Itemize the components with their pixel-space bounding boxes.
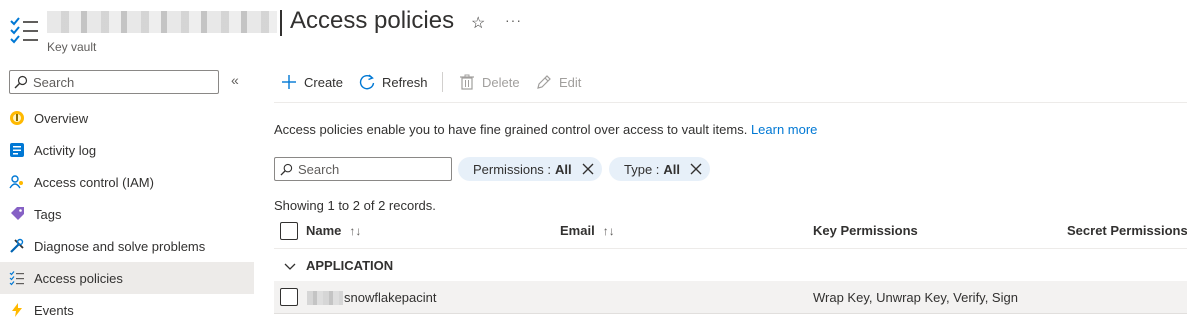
row-checkbox[interactable]	[280, 288, 298, 306]
filter-search[interactable]	[274, 157, 452, 181]
permissions-filter-pill[interactable]: Permissions : All	[458, 157, 602, 181]
diagnose-icon	[10, 238, 24, 253]
redacted-name-prefix	[307, 291, 343, 305]
sidebar-search[interactable]	[9, 70, 219, 94]
sidebar-item-label: Diagnose and solve problems	[34, 239, 206, 254]
delete-button[interactable]: Delete	[459, 72, 520, 92]
favorite-star-icon[interactable]: ☆	[471, 13, 485, 33]
row-key-permissions: Wrap Key, Unwrap Key, Verify, Sign	[813, 290, 1018, 305]
page-title: Access policies	[290, 7, 455, 34]
sidebar-item-label: Access control (IAM)	[34, 175, 154, 190]
search-icon	[280, 163, 293, 176]
column-key-permissions-label: Key Permissions	[813, 223, 918, 238]
overview-icon	[10, 111, 24, 125]
sort-icon[interactable]: ↑↓	[603, 224, 615, 238]
more-options-icon[interactable]: ···	[505, 12, 522, 28]
select-all-checkbox[interactable]	[280, 222, 298, 240]
edit-button[interactable]: Edit	[536, 72, 581, 92]
sidebar-item-diagnose[interactable]: Diagnose and solve problems	[0, 230, 254, 262]
sidebar-item-label: Activity log	[34, 143, 97, 158]
sidebar-item-overview[interactable]: Overview	[0, 102, 254, 134]
sidebar-item-tags[interactable]: Tags	[0, 198, 254, 230]
collapse-sidebar-icon[interactable]: «	[231, 72, 239, 88]
filter-search-input[interactable]	[298, 160, 446, 178]
table-row[interactable]: snowflakepacint Wrap Key, Unwrap Key, Ve…	[274, 281, 1187, 313]
toolbar-divider-line	[274, 102, 1187, 103]
permissions-filter-key: Permissions :	[473, 161, 552, 177]
row-name: snowflakepacint	[344, 290, 437, 305]
create-button[interactable]: Create	[281, 72, 343, 92]
sidebar-item-label: Access policies	[34, 271, 123, 286]
sidebar-search-input[interactable]	[33, 73, 213, 91]
access-policies-icon	[9, 271, 24, 286]
search-icon	[14, 75, 28, 89]
info-text: Access policies enable you to have fine …	[274, 122, 817, 137]
pencil-icon	[537, 75, 551, 89]
trash-icon	[460, 74, 474, 90]
title-separator	[280, 10, 282, 36]
close-icon[interactable]	[690, 163, 702, 175]
sort-icon[interactable]: ↑↓	[349, 224, 361, 238]
iam-icon	[9, 175, 23, 189]
column-name-label: Name	[306, 223, 342, 238]
toolbar-divider	[442, 72, 443, 92]
access-policies-icon	[10, 17, 38, 44]
sidebar-item-label: Events	[34, 303, 74, 318]
column-email-label: Email	[560, 223, 595, 238]
row-divider	[274, 313, 1187, 314]
column-header-email[interactable]: Email ↑↓	[560, 223, 615, 238]
type-filter-value: All	[663, 161, 681, 177]
sidebar-item-activity-log[interactable]: Activity log	[0, 134, 254, 166]
header-divider	[274, 248, 1187, 249]
group-label: APPLICATION	[306, 258, 394, 273]
group-header-application[interactable]: APPLICATION	[284, 258, 393, 273]
sidebar-item-label: Overview	[34, 111, 89, 126]
tag-icon	[11, 207, 24, 220]
column-secret-permissions-label: Secret Permissions	[1067, 223, 1187, 238]
refresh-label: Refresh	[382, 74, 428, 90]
lightning-icon	[12, 303, 22, 317]
column-header-key-permissions: Key Permissions	[813, 223, 918, 238]
create-label: Create	[304, 74, 344, 90]
permissions-filter-value: All	[555, 161, 572, 177]
learn-more-link[interactable]: Learn more	[751, 122, 817, 137]
record-count: Showing 1 to 2 of 2 records.	[274, 198, 436, 213]
chevron-down-icon	[284, 263, 296, 270]
refresh-button[interactable]: Refresh	[359, 72, 428, 92]
edit-label: Edit	[559, 74, 582, 90]
close-icon[interactable]	[582, 163, 594, 175]
redacted-vault-name	[47, 11, 277, 33]
column-header-secret-permissions: Secret Permissions	[1067, 223, 1187, 238]
sidebar-item-iam[interactable]: Access control (IAM)	[0, 166, 254, 198]
activity-log-icon	[10, 143, 24, 157]
sidebar-item-label: Tags	[34, 207, 62, 222]
sidebar-item-events[interactable]: Events	[0, 294, 254, 321]
sidebar-item-access-policies[interactable]: Access policies	[0, 262, 254, 294]
resource-type-label: Key vault	[47, 40, 97, 54]
refresh-icon	[359, 74, 375, 90]
type-filter-pill[interactable]: Type : All	[609, 157, 711, 181]
column-header-name[interactable]: Name ↑↓	[306, 223, 361, 238]
delete-label: Delete	[482, 74, 520, 90]
plus-icon	[282, 75, 296, 89]
type-filter-key: Type :	[624, 161, 660, 177]
info-description: Access policies enable you to have fine …	[274, 122, 748, 137]
